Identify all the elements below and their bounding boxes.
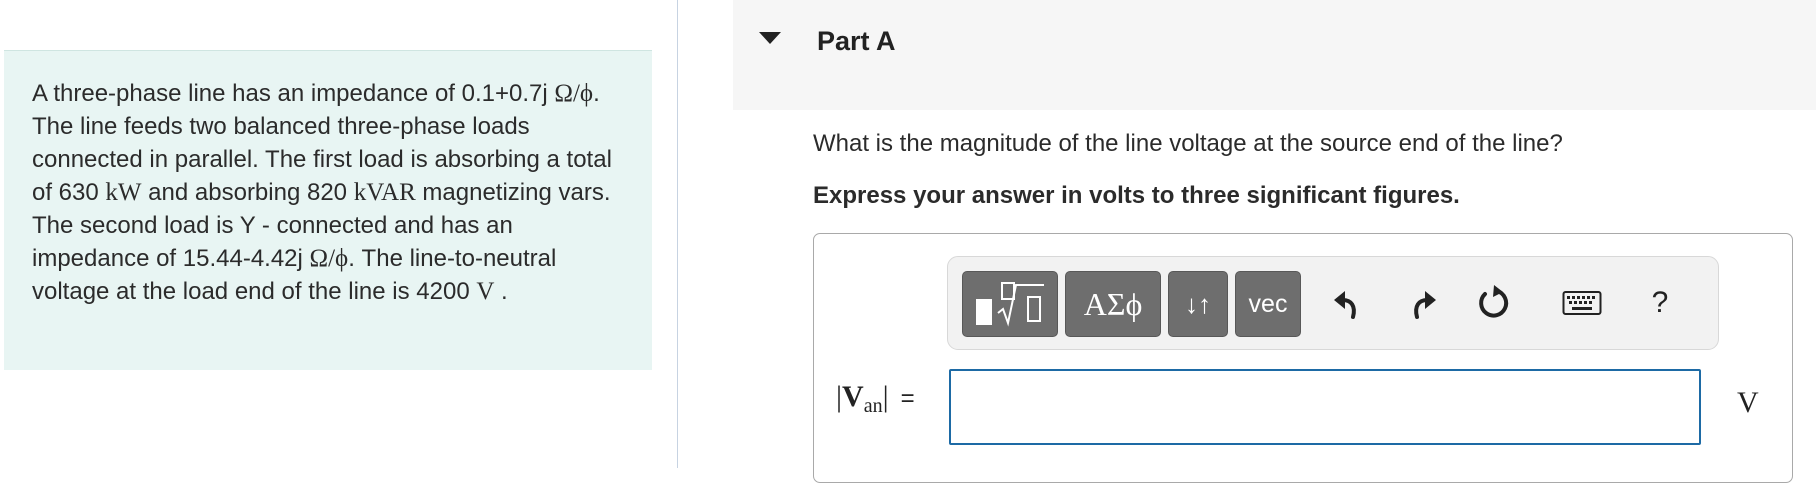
greek-symbols-button[interactable]: ΑΣϕ bbox=[1065, 271, 1161, 337]
equals-sign: = bbox=[900, 385, 915, 412]
greek-symbols-label: ΑΣϕ bbox=[1083, 285, 1143, 322]
voltage-subscript: an bbox=[863, 395, 883, 418]
problem-text-1: A three-phase line has an impedance of 0… bbox=[32, 80, 555, 107]
fraction-radical-icon bbox=[976, 282, 1044, 327]
problem-statement: A three-phase line has an impedance of 0… bbox=[4, 50, 652, 370]
answer-variable-label: |Van| = bbox=[836, 380, 915, 418]
problem-text-3: and absorbing 820 bbox=[141, 179, 354, 206]
subscript-superscript-button[interactable]: ↓↑ bbox=[1168, 271, 1228, 337]
help-icon[interactable]: ? bbox=[1640, 283, 1680, 323]
arrows-label: ↓↑ bbox=[1185, 288, 1211, 319]
ohm-per-phase-unit: Ω/ϕ bbox=[554, 80, 594, 107]
keyboard-icon[interactable] bbox=[1560, 283, 1604, 323]
question-text: What is the magnitude of the line voltag… bbox=[813, 130, 1563, 157]
kvar-unit: kVAR bbox=[353, 179, 416, 206]
help-label: ? bbox=[1651, 286, 1669, 319]
vec-label: vec bbox=[1248, 289, 1288, 318]
problem-text-6: . bbox=[494, 278, 508, 305]
answer-unit: V bbox=[1737, 386, 1759, 419]
volt-unit: V bbox=[476, 278, 495, 305]
voltage-symbol: V bbox=[842, 380, 864, 413]
undo-icon[interactable] bbox=[1328, 283, 1368, 323]
part-header: Part A bbox=[733, 0, 1816, 110]
ohm-per-phase-unit: Ω/ϕ bbox=[309, 245, 349, 272]
panel-divider bbox=[677, 0, 678, 468]
vector-button[interactable]: vec bbox=[1235, 271, 1301, 337]
reset-icon[interactable] bbox=[1474, 283, 1514, 323]
templates-button[interactable] bbox=[962, 271, 1058, 337]
answer-instruction: Express your answer in volts to three si… bbox=[813, 182, 1460, 209]
answer-input[interactable] bbox=[949, 369, 1701, 445]
collapse-triangle-icon[interactable] bbox=[759, 32, 781, 44]
redo-icon[interactable] bbox=[1402, 283, 1442, 323]
math-toolbar: ΑΣϕ ↓↑ vec ? bbox=[947, 256, 1719, 350]
abs-bar-right: | bbox=[882, 380, 889, 413]
part-title[interactable]: Part A bbox=[817, 26, 896, 57]
kw-unit: kW bbox=[105, 179, 142, 206]
